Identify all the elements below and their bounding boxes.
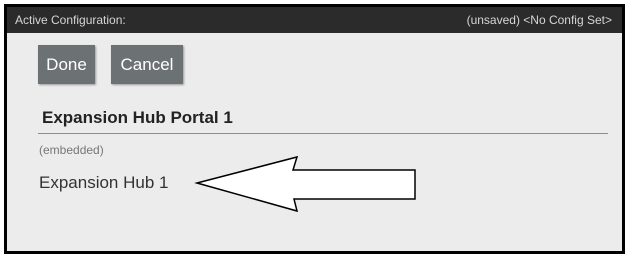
portal-name-field[interactable]: Expansion Hub Portal 1 (38, 107, 608, 134)
done-button[interactable]: Done (38, 45, 95, 84)
cancel-button[interactable]: Cancel (111, 45, 183, 84)
annotation-arrow-icon (194, 155, 416, 213)
configuration-screen: Active Configuration: (unsaved) <No Conf… (4, 4, 625, 254)
expansion-hub-item[interactable]: Expansion Hub 1 (39, 173, 168, 193)
active-configuration-label: Active Configuration: (15, 13, 126, 27)
embedded-label: (embedded) (39, 143, 104, 157)
status-bar: Active Configuration: (unsaved) <No Conf… (7, 7, 622, 33)
config-status-label: (unsaved) <No Config Set> (466, 13, 612, 27)
